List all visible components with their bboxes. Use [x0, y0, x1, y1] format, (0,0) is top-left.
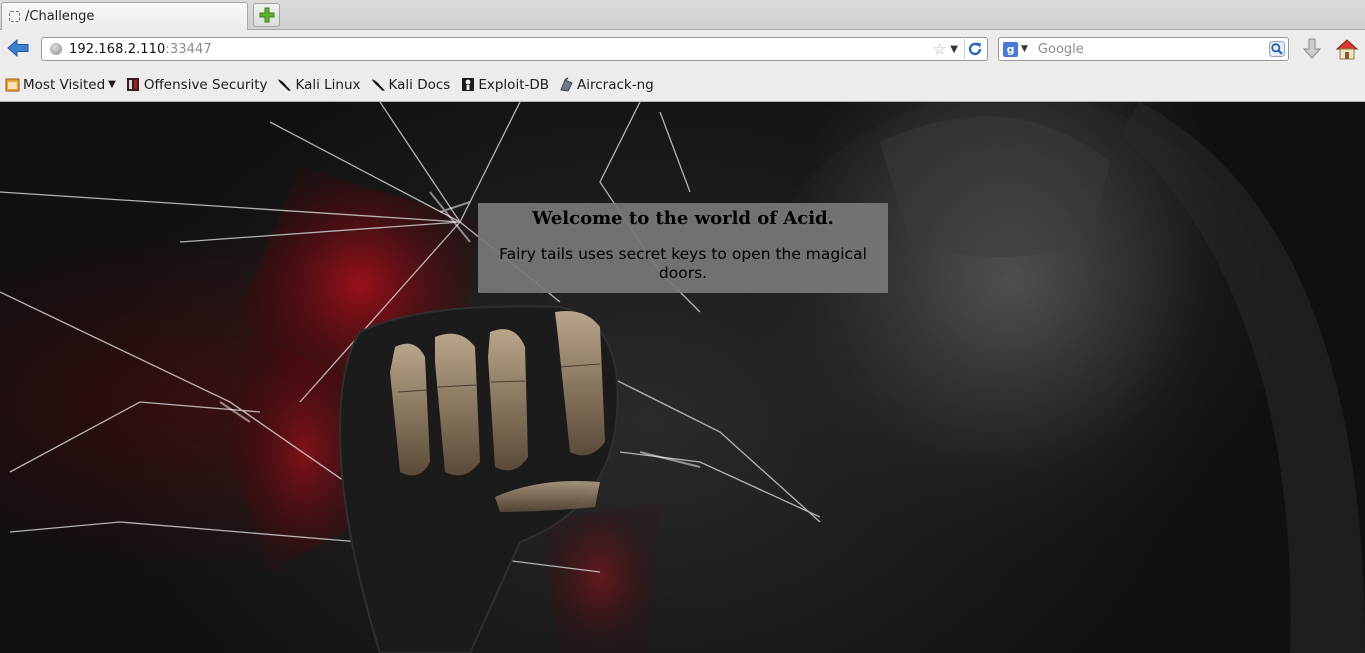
- history-dropdown-icon[interactable]: ▼: [950, 44, 958, 55]
- bookmark-label: Kali Linux: [295, 76, 361, 93]
- home-button[interactable]: [1334, 36, 1360, 62]
- welcome-box: Welcome to the world of Acid. Fairy tail…: [478, 203, 888, 293]
- url-bar-actions: ☆ ▼: [933, 39, 985, 59]
- bookmark-star-icon[interactable]: ☆: [933, 40, 946, 58]
- bookmark-label: Exploit-DB: [478, 76, 550, 93]
- url-bar[interactable]: 192.168.2.110:33447 ☆ ▼: [41, 37, 988, 61]
- bookmark-label: Kali Docs: [388, 76, 451, 93]
- reload-button[interactable]: [964, 39, 985, 59]
- bookmark-label: Offensive Security: [143, 76, 268, 93]
- bookmark-exploit-db[interactable]: Exploit-DB: [460, 77, 549, 93]
- bookmark-kali-linux[interactable]: Kali Linux: [277, 76, 361, 93]
- bookmark-offensive-security[interactable]: Offensive Security: [126, 76, 268, 93]
- search-button[interactable]: [1268, 40, 1286, 58]
- exploit-db-icon: [460, 77, 475, 92]
- tab-bar: /Challenge: [0, 0, 1365, 30]
- url-text[interactable]: 192.168.2.110:33447: [69, 42, 212, 57]
- globe-icon: [50, 43, 62, 55]
- plus-icon: [259, 7, 274, 23]
- aircrack-icon: [559, 77, 574, 92]
- url-port: :33447: [165, 41, 212, 57]
- search-input[interactable]: [1035, 40, 1260, 58]
- chevron-down-icon: ▼: [108, 79, 116, 90]
- most-visited-icon: [5, 77, 20, 92]
- tab-title: /Challenge: [25, 9, 95, 24]
- red-shard: [540, 502, 660, 653]
- page-content: Welcome to the world of Acid. Fairy tail…: [0, 102, 1365, 653]
- kali-dragon-icon: [277, 77, 292, 92]
- bookmark-label: Most Visited: [23, 76, 106, 93]
- search-bar[interactable]: g ▼: [998, 37, 1289, 61]
- reload-icon: [968, 42, 982, 56]
- welcome-message: Fairy tails uses secret keys to open the…: [499, 245, 867, 282]
- tab-challenge[interactable]: /Challenge: [1, 2, 248, 30]
- blank-page-icon: [9, 11, 20, 22]
- kali-dragon-icon: [371, 77, 386, 92]
- offensive-security-icon: [126, 77, 141, 92]
- bookmarks-toolbar: Most Visited ▼ Offensive Security Kali L…: [0, 68, 1365, 102]
- welcome-heading: Welcome to the world of Acid.: [532, 208, 834, 229]
- new-tab-button[interactable]: [253, 3, 280, 27]
- bookmark-most-visited[interactable]: Most Visited ▼: [5, 77, 116, 93]
- navigation-bar: 192.168.2.110:33447 ☆ ▼ g ▼: [0, 30, 1365, 68]
- home-icon: [1335, 39, 1359, 60]
- bookmark-kali-docs[interactable]: Kali Docs: [371, 76, 451, 93]
- back-button[interactable]: [6, 36, 30, 60]
- google-engine-icon[interactable]: g: [1003, 41, 1018, 57]
- back-arrow-icon: [7, 38, 29, 58]
- engine-dropdown-icon[interactable]: ▼: [1021, 44, 1028, 54]
- background-artwork: [0, 102, 1365, 653]
- bookmark-aircrack-ng[interactable]: Aircrack-ng: [559, 77, 654, 93]
- downloads-button[interactable]: [1300, 36, 1324, 62]
- url-host: 192.168.2.110: [69, 41, 166, 57]
- browser-window: /Challenge 192.168.2.110:33447 ☆ ▼ g ▼ G…: [0, 0, 1365, 653]
- bookmark-label: Aircrack-ng: [577, 76, 654, 93]
- magnifier-icon: [1269, 41, 1285, 57]
- download-arrow-icon: [1303, 38, 1321, 59]
